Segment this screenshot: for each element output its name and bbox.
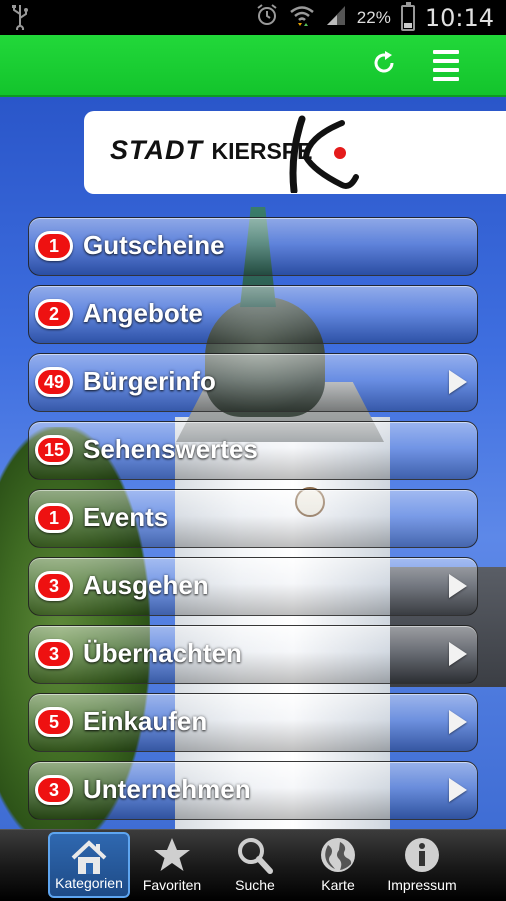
category-label: Events <box>83 502 169 532</box>
category-item[interactable]: 1 Events <box>28 489 478 548</box>
count-badge: 15 <box>35 435 73 465</box>
action-bar <box>0 35 506 97</box>
clock: 10:14 <box>424 3 494 32</box>
bottom-tab-bar: Kategorien Favoriten Suche Karte Impressum <box>0 829 506 901</box>
category-item[interactable]: 3 Übernachten <box>28 625 478 684</box>
city-logo: STADT KIERSPE <box>84 111 506 194</box>
logo-text-stadt: STADT <box>110 135 203 165</box>
wifi-icon <box>289 3 315 32</box>
logo-mark-icon <box>289 115 359 193</box>
chevron-right-icon <box>449 574 467 598</box>
globe-icon <box>318 836 358 879</box>
refresh-button[interactable] <box>366 47 402 83</box>
search-icon <box>235 836 275 879</box>
category-item[interactable]: 49 Bürgerinfo <box>28 353 478 412</box>
category-item[interactable]: 15 Sehenswertes <box>28 421 478 480</box>
tab-label: Favoriten <box>142 877 202 893</box>
count-badge: 49 <box>35 367 73 397</box>
chevron-right-icon <box>449 370 467 394</box>
count-badge: 3 <box>35 571 73 601</box>
usb-icon <box>10 4 30 36</box>
category-item[interactable]: 3 Ausgehen <box>28 557 478 616</box>
category-label: Gutscheine <box>83 230 225 260</box>
info-icon <box>402 836 442 879</box>
count-badge: 2 <box>35 299 73 329</box>
menu-button[interactable] <box>428 47 464 83</box>
category-label: Sehenswertes <box>83 434 258 464</box>
tab-impressum[interactable]: Impressum <box>380 832 464 898</box>
refresh-icon <box>370 49 398 82</box>
tab-label: Kategorien <box>55 875 123 891</box>
category-item[interactable]: 1 Gutscheine <box>28 217 478 276</box>
count-badge: 3 <box>35 775 73 805</box>
tab-suche[interactable]: Suche <box>214 832 296 898</box>
category-label: Einkaufen <box>83 706 208 736</box>
category-label: Bürgerinfo <box>83 366 216 396</box>
chevron-right-icon <box>449 710 467 734</box>
battery-charging-icon <box>400 1 415 31</box>
category-item[interactable]: 5 Einkaufen <box>28 693 478 752</box>
category-list: 1 Gutscheine 2 Angebote 49 Bürgerinfo 15 Sehens… <box>28 217 478 829</box>
chevron-right-icon <box>449 642 467 666</box>
count-badge: 3 <box>35 639 73 669</box>
count-badge: 1 <box>35 231 73 261</box>
category-label: Übernachten <box>83 638 242 668</box>
count-badge: 1 <box>35 503 73 533</box>
tab-label: Impressum <box>387 877 457 893</box>
chevron-right-icon <box>449 778 467 802</box>
tab-karte[interactable]: Karte <box>297 832 379 898</box>
category-item[interactable]: 2 Angebote <box>28 285 478 344</box>
tab-kategorien[interactable]: Kategorien <box>48 832 130 898</box>
category-list-screen: STADT KIERSPE 1 Gutscheine 2 Angebote 49 Bürg… <box>0 97 506 829</box>
battery-percent: 22% <box>356 7 391 27</box>
tab-favoriten[interactable]: Favoriten <box>131 832 213 898</box>
count-badge: 5 <box>35 707 73 737</box>
tab-label: Suche <box>235 877 275 893</box>
star-icon <box>152 836 192 879</box>
status-bar: 22% 10:14 <box>0 0 506 35</box>
menu-icon <box>433 49 459 81</box>
signal-icon <box>325 4 347 31</box>
category-label: Ausgehen <box>83 570 209 600</box>
category-label: Unternehmen <box>83 774 251 804</box>
tab-label: Karte <box>321 877 355 893</box>
category-item[interactable]: 3 Unternehmen <box>28 761 478 820</box>
alarm-icon <box>255 3 279 32</box>
category-label: Angebote <box>83 298 203 328</box>
